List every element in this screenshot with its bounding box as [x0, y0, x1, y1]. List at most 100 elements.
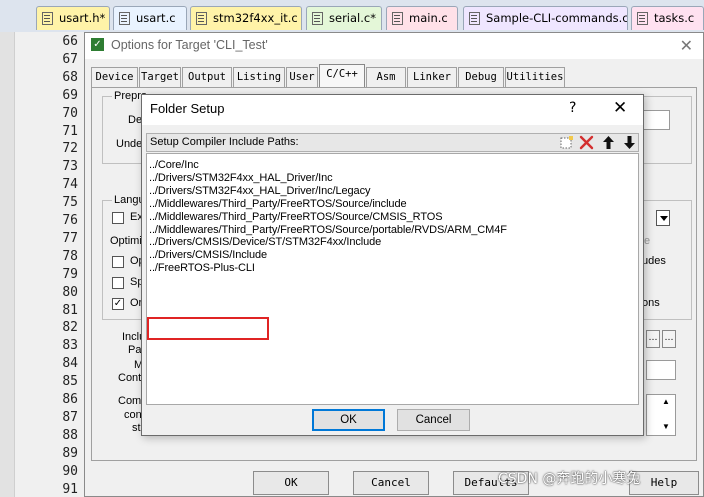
delete-icon[interactable] — [578, 135, 595, 150]
editor-tab[interactable]: stm32f4xx_it.c — [190, 6, 302, 30]
file-icon — [637, 12, 648, 25]
options-close-button[interactable]: ✕ — [680, 36, 693, 55]
editor-tab-label: main.c — [409, 11, 448, 25]
close-button[interactable]: ✕ — [613, 98, 627, 118]
execute-only-checkbox[interactable] — [112, 212, 124, 224]
compiler-control-string-box[interactable] — [646, 394, 676, 436]
line-number: 82 — [62, 320, 78, 336]
include-edit-button[interactable]: … — [662, 330, 676, 348]
line-number: 73 — [62, 159, 78, 175]
options-tab[interactable]: Output — [182, 67, 232, 87]
options-tab[interactable]: Asm — [366, 67, 406, 87]
folder-ok-button[interactable]: OK — [312, 409, 385, 431]
new-folder-icon[interactable] — [558, 135, 575, 150]
options-title-bar: ✓ Options for Target 'CLI_Test' ✕ — [85, 33, 703, 59]
line-number: 86 — [62, 392, 78, 407]
include-path-item[interactable]: ../Drivers/CMSIS/Device/ST/STM32F4xx/Inc… — [149, 236, 381, 248]
misc-field[interactable] — [646, 360, 676, 380]
editor-tab[interactable]: usart.c — [113, 6, 187, 30]
options-title: Options for Target 'CLI_Test' — [111, 38, 268, 52]
editor-tab[interactable]: main.c — [386, 6, 458, 30]
options-ok-button[interactable]: OK — [253, 471, 329, 495]
editor-tab-label: tasks.c — [654, 11, 695, 25]
folder-setup-title: Folder Setup — [150, 101, 225, 116]
line-number: 77 — [62, 230, 78, 246]
options-tab[interactable]: Utilities — [505, 67, 565, 87]
options-tab[interactable]: C/C++ — [319, 64, 365, 88]
scroll-up-icon[interactable]: ▲ — [662, 397, 670, 406]
include-browse-button[interactable]: … — [646, 330, 660, 348]
gutter-margin — [0, 32, 15, 497]
options-tab[interactable]: User — [286, 67, 318, 87]
line-number: 88 — [62, 427, 78, 443]
line-number: 87 — [62, 409, 78, 425]
include-path-item[interactable]: ../Middlewares/Third_Party/FreeRTOS/Sour… — [149, 224, 507, 236]
line-number: 76 — [62, 213, 78, 228]
editor-tab[interactable]: serial.c* — [306, 6, 382, 30]
include-path-item[interactable]: ../Core/Inc — [149, 159, 199, 171]
combo-dropdown-arrow[interactable] — [656, 210, 670, 226]
right-label-ons: ons — [642, 297, 660, 309]
editor-tab-label: serial.c* — [329, 11, 376, 25]
csdn-watermark: CSDN @奔跑的小寒兔 — [498, 471, 641, 487]
editor-tab[interactable]: Sample-CLI-commands.c — [463, 6, 628, 30]
folder-setup-title-bar: Folder Setup ? ✕ — [142, 95, 643, 125]
paths-label: Pa — [128, 344, 142, 356]
optimize-checkbox[interactable] — [112, 256, 124, 268]
editor-tab-label: usart.h* — [59, 11, 106, 25]
help-button[interactable]: ? — [569, 100, 576, 116]
options-cancel-button[interactable]: Cancel — [353, 471, 429, 495]
move-up-icon[interactable] — [600, 135, 617, 150]
include-path-item[interactable]: ../Drivers/STM32F4xx_HAL_Driver/Inc — [149, 172, 333, 184]
line-number: 83 — [62, 338, 78, 354]
editor-tab-label: stm32f4xx_it.c — [213, 11, 298, 25]
file-icon — [119, 12, 130, 25]
editor-tab-label: Sample-CLI-commands.c — [486, 11, 628, 25]
line-number-gutter: 66 67 68 69 70 71 72 73 74 75 76 77 78 79 80 81 82 83 84 85… — [0, 32, 85, 497]
line-number: 91 — [62, 481, 78, 497]
include-paths-header: Setup Compiler Include Paths: — [146, 133, 639, 152]
include-path-item[interactable]: ../Middlewares/Third_Party/FreeRTOS/Sour… — [149, 198, 407, 210]
move-down-icon[interactable] — [621, 135, 638, 150]
line-number: 85 — [62, 374, 78, 390]
editor-tab-bar: usart.h* usart.c stm32f4xx_it.c serial.c* ma… — [0, 0, 704, 33]
editor-tab[interactable]: tasks.c — [631, 6, 704, 30]
editor-tab[interactable]: usart.h* — [36, 6, 110, 30]
highlight-box — [147, 317, 269, 340]
options-tab[interactable]: Target — [139, 67, 181, 87]
include-path-item[interactable]: ../Middlewares/Third_Party/FreeRTOS/Sour… — [149, 211, 443, 223]
right-label-udes: udes — [642, 255, 666, 267]
folder-setup-dialog: Folder Setup ? ✕ Setup Compiler Include … — [141, 94, 644, 436]
line-number: 70 — [62, 105, 78, 121]
line-number: 69 — [62, 87, 78, 103]
scroll-down-icon[interactable]: ▼ — [662, 422, 670, 431]
editor-tab-label: usart.c — [136, 11, 176, 25]
file-icon — [469, 12, 480, 25]
line-number: 78 — [62, 248, 78, 264]
folder-cancel-button[interactable]: Cancel — [397, 409, 470, 431]
options-tab[interactable]: Linker — [407, 67, 457, 87]
options-tab[interactable]: Debug — [458, 67, 504, 87]
options-tab[interactable]: Listing — [233, 67, 285, 87]
line-number: 72 — [62, 141, 78, 157]
file-icon — [196, 12, 207, 25]
line-number: 89 — [62, 445, 78, 461]
include-path-item[interactable]: ../FreeRTOS-Plus-CLI — [149, 262, 255, 274]
line-number: 84 — [62, 356, 78, 372]
line-number: 71 — [62, 123, 78, 139]
line-number: 79 — [62, 266, 78, 282]
include-paths-label: Setup Compiler Include Paths: — [150, 136, 299, 148]
include-paths-list[interactable]: ../Core/Inc ../Drivers/STM32F4xx_HAL_Driv… — [146, 153, 639, 405]
include-path-item[interactable]: ../Drivers/STM32F4xx_HAL_Driver/Inc/Lega… — [149, 185, 370, 197]
right-label-e: e — [644, 235, 651, 247]
include-path-item[interactable]: ../Drivers/CMSIS/Include — [149, 249, 267, 261]
options-tab[interactable]: Device — [91, 67, 138, 87]
one-elf-checkbox[interactable]: ✓ — [112, 298, 124, 310]
line-number: 81 — [62, 302, 78, 318]
define-label: De — [128, 114, 143, 126]
line-number: 90 — [62, 463, 78, 479]
define-field[interactable] — [642, 110, 670, 130]
file-icon — [312, 12, 323, 25]
split-checkbox[interactable] — [112, 277, 124, 289]
line-number: 66 — [62, 34, 78, 49]
